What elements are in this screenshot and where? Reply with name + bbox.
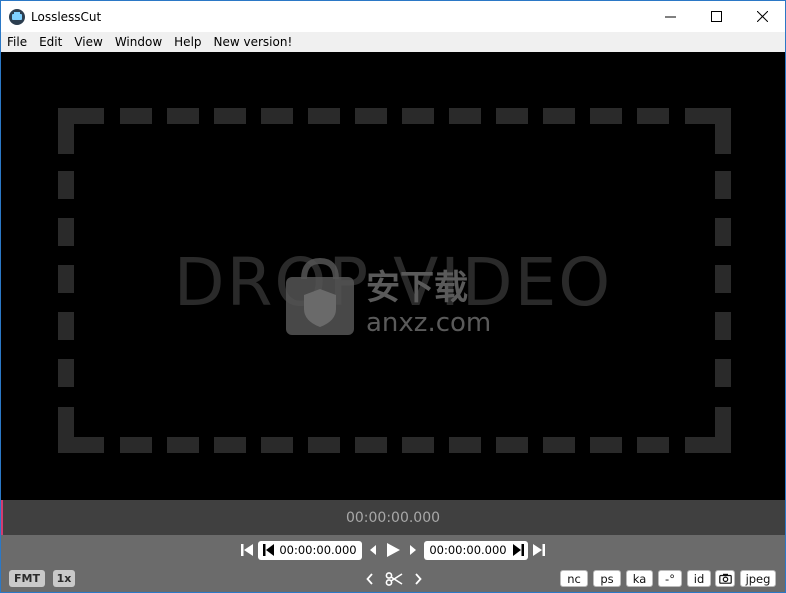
maximize-button[interactable] [693,1,739,32]
watermark-line1: 安下载 [366,268,468,308]
minimize-icon [664,16,676,18]
play-button[interactable] [382,541,404,559]
window-title: LosslessCut [31,9,102,24]
video-drop-zone[interactable]: DROP VIDEO 安下载 anxz.com [1,52,785,500]
segment-controls [361,569,427,589]
jump-cut-start-button[interactable] [262,543,274,557]
menu-window[interactable]: Window [109,32,168,52]
camera-icon [718,573,732,584]
format-button[interactable]: FMT [9,570,45,587]
cut-start-time: 00:00:00.000 [279,543,357,557]
jpeg-button[interactable]: jpeg [740,570,776,587]
chevron-right-icon [415,573,422,585]
menu-file[interactable]: File [1,32,33,52]
ka-button[interactable]: ka [626,570,653,587]
jump-cut-end-button[interactable] [512,543,524,557]
rotate-button[interactable]: -° [658,570,682,587]
chevron-left-icon [366,573,373,585]
watermark-logo: 安下载 anxz.com [286,257,491,337]
title-bar[interactable]: LosslessCut [1,1,785,32]
cut-start-time-input[interactable]: 00:00:00.000 [258,540,362,560]
capture-frame-button[interactable] [715,570,735,587]
menu-edit[interactable]: Edit [33,32,68,52]
close-button[interactable] [739,1,785,32]
app-window: LosslessCut File Edit View Window Help N… [0,0,786,593]
watermark-line2: anxz.com [366,308,491,337]
next-segment-button[interactable] [409,570,427,588]
prev-segment-button[interactable] [361,570,379,588]
cut-end-time-input[interactable]: 00:00:00.000 [424,540,528,560]
jump-start-icon [262,544,274,556]
step-back-icon [370,545,376,555]
playback-controls: 00:00:00.000 00:00:00.000 [1,539,785,561]
minimize-button[interactable] [647,1,693,32]
controls-panel: 00:00:00.000 00:00:00.000 FMT 1x nc ps k… [1,535,785,592]
close-icon [756,11,768,22]
maximize-icon [710,11,722,22]
skip-to-start-button[interactable] [238,541,256,559]
losslesscut-icon [9,8,25,25]
menu-help[interactable]: Help [168,32,207,52]
skip-to-end-button[interactable] [530,541,548,559]
nc-button[interactable]: nc [560,570,588,587]
cut-end-time: 00:00:00.000 [429,543,507,557]
cut-button[interactable] [383,570,405,588]
step-back-button[interactable] [364,541,382,559]
skip-to-end-icon [533,544,545,556]
ps-button[interactable]: ps [593,570,621,587]
menu-bar: File Edit View Window Help New version! [1,32,785,52]
step-forward-button[interactable] [404,541,422,559]
menu-view[interactable]: View [68,32,108,52]
play-icon [387,543,400,557]
tool-buttons: FMT 1x nc ps ka -° id jpeg [1,569,785,589]
playback-speed-button[interactable]: 1x [53,570,75,587]
menu-new-version[interactable]: New version! [208,32,299,52]
window-controls [647,1,785,32]
step-forward-icon [410,545,416,555]
skip-to-start-icon [241,544,253,556]
id-button[interactable]: id [687,570,711,587]
jump-end-icon [512,544,524,556]
scissors-icon [385,572,403,586]
current-time-display: 00:00:00.000 [345,509,441,526]
timeline-bar[interactable]: 00:00:00.000 [1,500,785,535]
